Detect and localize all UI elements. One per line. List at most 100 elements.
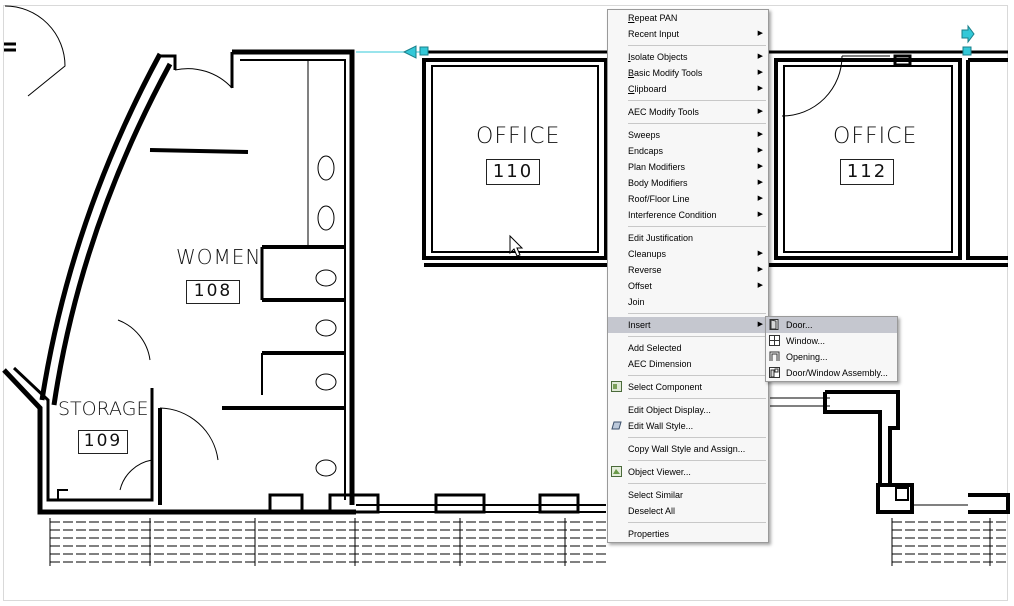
menu-item-label: Join (628, 297, 645, 307)
menu-item-plan-modifiers[interactable]: Plan Modifiers ▶ (608, 159, 768, 175)
insert-submenu: Door... Window... Opening... Door/Window As… (765, 316, 898, 382)
menu-item-reverse[interactable]: Reverse ▶ (608, 262, 768, 278)
menu-item-insert[interactable]: Insert ▶ (608, 317, 768, 333)
room-name-office-110: OFFICE (476, 124, 561, 149)
menu-item-offset[interactable]: Offset ▶ (608, 278, 768, 294)
submenu-arrow-icon: ▶ (757, 69, 763, 76)
menu-item-interference[interactable]: Interference Condition ▶ (608, 207, 768, 223)
submenu-arrow-icon: ▶ (757, 53, 763, 60)
menu-item-roof-floor[interactable]: Roof/Floor Line ▶ (608, 191, 768, 207)
submenu-arrow-icon: ▶ (757, 266, 763, 273)
menu-item-deselect-all[interactable]: Deselect All (608, 503, 768, 519)
submenu-arrow-icon: ▶ (757, 131, 763, 138)
menu-separator (628, 45, 766, 46)
menu-item-basic-modify[interactable]: Basic Modify Tools ▶ (608, 65, 768, 81)
menu-item-label: Select Component (628, 382, 703, 392)
context-menu: Repeat PAN Recent Input ▶ Isolate Objects ▶ B… (607, 9, 769, 543)
menu-separator (628, 313, 766, 314)
menu-item-label: Properties (628, 529, 670, 539)
menu-item-label: Endcaps (628, 146, 664, 156)
menu-item-select-similar[interactable]: Select Similar (608, 487, 768, 503)
menu-item-select-component[interactable]: Select Component (608, 379, 768, 395)
menu-separator (628, 100, 766, 101)
menu-item-copy-wall-style[interactable]: Copy Wall Style and Assign... (608, 441, 768, 457)
submenu-item-window[interactable]: Window... (766, 333, 897, 349)
opening-icon (769, 351, 780, 361)
menu-item-label: Basic Modify Tools (628, 68, 703, 78)
room-name-storage-109: STORAGE (58, 398, 149, 420)
menu-item-endcaps[interactable]: Endcaps ▶ (608, 143, 768, 159)
submenu-item-label: Window... (786, 336, 826, 346)
menu-item-clipboard[interactable]: Clipboard ▶ (608, 81, 768, 97)
submenu-arrow-icon: ▶ (757, 195, 763, 202)
menu-item-label: Offset (628, 281, 652, 291)
menu-item-label: Cleanups (628, 249, 667, 259)
menu-item-add-selected[interactable]: Add Selected (608, 340, 768, 356)
menu-item-sweeps[interactable]: Sweeps ▶ (608, 127, 768, 143)
menu-item-label: Body Modifiers (628, 178, 688, 188)
menu-item-label: Edit Justification (628, 233, 694, 243)
menu-item-label: Isolate Objects (628, 52, 688, 62)
menu-item-label: Select Similar (628, 490, 684, 500)
menu-separator (628, 123, 766, 124)
object-viewer-icon (611, 466, 622, 477)
menu-item-edit-object-display[interactable]: Edit Object Display... (608, 402, 768, 418)
menu-item-aec-modify[interactable]: AEC Modify Tools ▶ (608, 104, 768, 120)
menu-item-label: AEC Modify Tools (628, 107, 699, 117)
menu-separator (628, 483, 766, 484)
menu-item-label: Roof/Floor Line (628, 194, 690, 204)
menu-item-recent[interactable]: Recent Input ▶ (608, 26, 768, 42)
submenu-arrow-icon: ▶ (757, 85, 763, 92)
menu-item-label: Add Selected (628, 343, 682, 353)
menu-separator (628, 522, 766, 523)
submenu-arrow-icon: ▶ (757, 108, 763, 115)
submenu-item-door[interactable]: Door... (766, 317, 897, 333)
menu-separator (628, 460, 766, 461)
menu-item-label: Deselect All (628, 506, 676, 516)
menu-item-label: Clipboard (628, 84, 667, 94)
menu-item-edit-wall-style[interactable]: Edit Wall Style... (608, 418, 768, 434)
room-number-office-112: 112 (840, 159, 894, 185)
menu-item-label: Edit Object Display... (628, 405, 711, 415)
submenu-arrow-icon: ▶ (757, 321, 763, 328)
submenu-arrow-icon: ▶ (757, 211, 763, 218)
menu-separator (628, 336, 766, 337)
submenu-arrow-icon: ▶ (757, 282, 763, 289)
door-window-assembly-icon (769, 367, 780, 378)
room-name-office-112: OFFICE (833, 124, 918, 149)
menu-item-label: Sweeps (628, 130, 661, 140)
submenu-arrow-icon: ▶ (757, 179, 763, 186)
submenu-item-opening[interactable]: Opening... (766, 349, 897, 365)
menu-item-label: Copy Wall Style and Assign... (628, 444, 746, 454)
menu-item-body-modifiers[interactable]: Body Modifiers ▶ (608, 175, 768, 191)
submenu-arrow-icon: ▶ (757, 30, 763, 37)
menu-item-label: AEC Dimension (628, 359, 692, 369)
submenu-arrow-icon: ▶ (757, 147, 763, 154)
wall-style-icon (611, 421, 622, 430)
menu-item-label: Object Viewer... (628, 467, 691, 477)
menu-item-label: Recent Input (628, 29, 680, 39)
menu-separator (628, 398, 766, 399)
menu-separator (628, 226, 766, 227)
menu-item-properties[interactable]: Properties (608, 526, 768, 542)
submenu-item-label: Opening... (786, 352, 828, 362)
menu-item-isolate[interactable]: Isolate Objects ▶ (608, 49, 768, 65)
menu-item-repeat[interactable]: Repeat PAN (608, 10, 768, 26)
menu-separator (628, 375, 766, 376)
menu-item-object-viewer[interactable]: Object Viewer... (608, 464, 768, 480)
submenu-arrow-icon: ▶ (757, 163, 763, 170)
menu-item-join[interactable]: Join (608, 294, 768, 310)
floor-plan-drawing[interactable] (0, 0, 1014, 606)
select-component-icon (611, 381, 622, 392)
menu-item-cleanups[interactable]: Cleanups ▶ (608, 246, 768, 262)
submenu-arrow-icon: ▶ (757, 250, 763, 257)
menu-item-label: Reverse (628, 265, 662, 275)
menu-item-aec-dimension[interactable]: AEC Dimension (608, 356, 768, 372)
submenu-item-label: Door/Window Assembly... (786, 368, 888, 378)
submenu-item-door-window-assembly[interactable]: Door/Window Assembly... (766, 365, 897, 381)
window-icon (769, 335, 780, 346)
room-number-office-110: 110 (486, 159, 540, 185)
menu-item-edit-justification[interactable]: Edit Justification (608, 230, 768, 246)
menu-separator (628, 437, 766, 438)
menu-item-label: Edit Wall Style... (628, 421, 694, 431)
